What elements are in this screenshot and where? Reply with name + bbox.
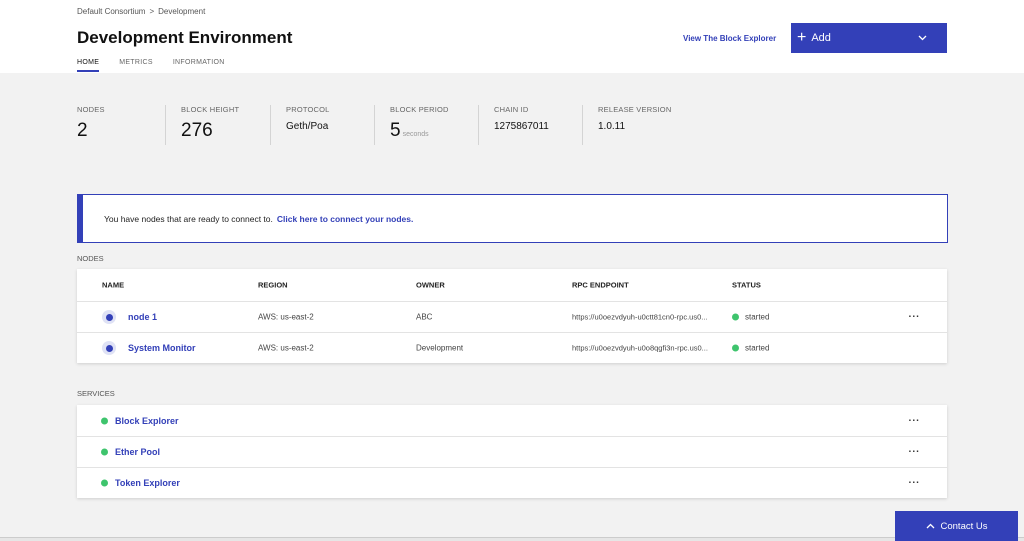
more-options-icon[interactable]: ··· [909, 312, 921, 323]
connect-nodes-link[interactable]: Click here to connect your nodes. [277, 214, 414, 224]
stat-label: CHAIN ID [494, 105, 529, 114]
stat-value: 1.0.11 [598, 121, 626, 132]
stat-block-height: BLOCK HEIGHT 276 [165, 105, 270, 145]
service-name-link[interactable]: Token Explorer [115, 478, 180, 488]
status-dot-icon [732, 313, 739, 321]
notice-text: You have nodes that are ready to connect… [104, 213, 273, 224]
nodes-section-label: NODES [77, 254, 104, 263]
tab-information[interactable]: INFORMATION [173, 59, 225, 72]
breadcrumb-separator: > [149, 7, 155, 16]
node-status: started [732, 313, 769, 322]
service-name-link[interactable]: Ether Pool [115, 447, 160, 457]
node-rpc-endpoint: https://u0oezvdyuh-u0o8qgfi3n-rpc.us0... [572, 343, 708, 353]
breadcrumb: Default Consortium > Development [77, 7, 205, 16]
stat-value: 276 [181, 120, 213, 141]
more-options-icon[interactable]: ··· [909, 415, 921, 426]
column-header-region[interactable]: REGION [258, 281, 288, 290]
column-header-status[interactable]: STATUS [732, 281, 761, 290]
table-row[interactable]: System Monitor AWS: us-east-2 Developmen… [77, 332, 947, 363]
view-block-explorer-link[interactable]: View The Block Explorer [683, 34, 776, 43]
stat-label: BLOCK PERIOD [390, 105, 449, 114]
node-rpc-endpoint: https://u0oezvdyuh-u0ctt81cn0-rpc.us0... [572, 312, 708, 322]
stat-value: Geth/Poa [286, 121, 329, 132]
services-section-label: SERVICES [77, 389, 115, 398]
bottom-divider [0, 537, 1024, 541]
connect-nodes-notice: You have nodes that are ready to connect… [77, 194, 948, 243]
nodes-table: NAME REGION OWNER RPC ENDPOINT STATUS no… [77, 269, 947, 363]
status-dot-icon [101, 417, 108, 424]
status-dot-icon [101, 448, 108, 456]
stat-value: 2 [77, 120, 88, 141]
stat-nodes: NODES 2 [77, 105, 165, 145]
more-options-icon[interactable]: ··· [909, 447, 921, 458]
service-name-link[interactable]: Block Explorer [115, 416, 179, 426]
stat-label: PROTOCOL [286, 105, 330, 114]
node-status-label: started [745, 343, 770, 353]
node-name-link[interactable]: node 1 [128, 312, 157, 322]
services-list: Block Explorer ··· Ether Pool ··· Token … [77, 405, 947, 498]
list-item[interactable]: Token Explorer ··· [77, 467, 947, 498]
tab-bar: HOME METRICS INFORMATION [77, 59, 225, 72]
column-header-rpc-endpoint[interactable]: RPC ENDPOINT [572, 281, 629, 290]
column-header-name[interactable]: NAME [102, 281, 124, 290]
stat-release-version: RELEASE VERSION 1.0.11 [582, 105, 702, 145]
node-owner: Development [416, 343, 464, 353]
list-item[interactable]: Block Explorer ··· [77, 405, 947, 436]
tab-home[interactable]: HOME [77, 59, 100, 72]
block-period-unit: seconds [402, 131, 429, 138]
node-status: started [732, 344, 769, 353]
node-region: AWS: us-east-2 [258, 343, 314, 353]
stat-label: BLOCK HEIGHT [181, 105, 240, 114]
stat-chain-id: CHAIN ID 1275867011 [478, 105, 582, 145]
plus-icon: + [797, 29, 807, 46]
contact-us-label: Contact Us [940, 520, 988, 532]
chevron-down-icon [918, 32, 927, 44]
node-icon [102, 310, 116, 324]
page-header: Default Consortium > Development Developme… [0, 0, 1024, 73]
block-period-value: 5 [390, 120, 401, 141]
add-button-label: Add [811, 32, 831, 44]
stat-label: NODES [77, 105, 105, 114]
node-owner: ABC [416, 312, 433, 322]
column-header-owner[interactable]: OWNER [416, 281, 445, 290]
node-name-link[interactable]: System Monitor [128, 343, 196, 353]
breadcrumb-item-environment[interactable]: Development [158, 7, 205, 16]
status-dot-icon [101, 479, 108, 487]
table-row[interactable]: node 1 AWS: us-east-2 ABC https://u0oezv… [77, 301, 947, 332]
node-status-label: started [745, 312, 770, 322]
stat-protocol: PROTOCOL Geth/Poa [270, 105, 374, 145]
list-item[interactable]: Ether Pool ··· [77, 436, 947, 467]
contact-us-button[interactable]: Contact Us [895, 511, 1018, 541]
status-dot-icon [732, 344, 739, 352]
table-header-row: NAME REGION OWNER RPC ENDPOINT STATUS [77, 269, 947, 301]
add-button[interactable]: + Add [791, 23, 947, 53]
stat-block-period: BLOCK PERIOD 5 seconds [374, 105, 478, 145]
stats-bar: NODES 2 BLOCK HEIGHT 276 PROTOCOL Geth/P… [77, 105, 702, 145]
stat-value: 5 seconds [390, 120, 466, 142]
more-options-icon[interactable]: ··· [909, 478, 921, 489]
page-title: Development Environment [77, 28, 293, 47]
breadcrumb-item-consortium[interactable]: Default Consortium [77, 7, 145, 16]
node-region: AWS: us-east-2 [258, 312, 314, 322]
stat-label: RELEASE VERSION [598, 105, 672, 114]
chevron-up-icon [926, 521, 935, 532]
stat-value: 1275867011 [494, 121, 549, 132]
node-icon [102, 341, 116, 355]
tab-metrics[interactable]: METRICS [119, 59, 153, 72]
